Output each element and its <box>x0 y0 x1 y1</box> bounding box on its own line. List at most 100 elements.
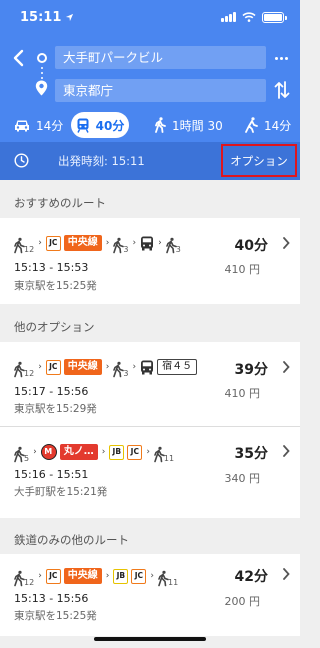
line-chuo-label: 中央線 <box>63 235 102 251</box>
line-badge-jb: JB <box>113 568 129 584</box>
step-separator-icon: › <box>158 238 162 248</box>
walk-minutes: 3 <box>123 369 129 378</box>
tab-bike[interactable]: 14分 <box>244 112 291 138</box>
chevron-right-icon[interactable] <box>282 445 290 457</box>
section-title-rail-only: 鉄道のみの他のルート <box>14 533 129 547</box>
depart-time-label[interactable]: 出発時刻: 15:11 <box>58 153 145 169</box>
more-options-button[interactable] <box>272 49 290 67</box>
walk-step: 12 <box>14 356 34 378</box>
walk-minutes: 5 <box>24 454 30 463</box>
car-icon <box>15 120 29 131</box>
line-chuo-label: 中央線 <box>63 568 102 584</box>
tab-walk[interactable]: 1時間 30 <box>155 112 223 138</box>
step-separator-icon: › <box>38 362 42 372</box>
step-separator-icon: › <box>132 238 137 248</box>
walk-step: 3 <box>165 232 181 254</box>
status-bar: 15:11 <box>0 0 300 34</box>
location-arrow-icon <box>66 13 74 21</box>
bus-icon <box>141 360 154 374</box>
tab-bike-label: 14分 <box>264 118 292 133</box>
walk-minutes: 11 <box>163 454 175 463</box>
route-duration[interactable]: 35分 <box>235 443 268 463</box>
swap-direction-icon[interactable] <box>274 80 290 100</box>
route-departure-note: 東京駅を15:29発 <box>14 403 97 415</box>
walk-step: 11 <box>154 441 174 463</box>
route-fare: 340 円 <box>224 472 261 485</box>
step-separator-icon: › <box>146 447 150 457</box>
walk-minutes: 3 <box>123 245 129 254</box>
step-separator-icon: › <box>105 362 110 372</box>
walk-minutes: 12 <box>24 578 35 587</box>
status-time: 15:11 <box>20 9 62 25</box>
route-fare: 200 円 <box>224 595 261 608</box>
line-badge-jc: JC <box>131 568 147 584</box>
walk-step: 11 <box>158 565 178 587</box>
walk-minutes: 12 <box>24 369 35 378</box>
route-fare: 410 円 <box>224 263 261 276</box>
depart-time-bar: 出発時刻: 15:11 オプション <box>0 142 300 180</box>
route-card[interactable]: 12 › JC 中央線 › 3 › › 3 40分 15:13 - 15:53 … <box>0 218 300 304</box>
battery-icon <box>262 11 287 23</box>
line-badge-jc: JC <box>45 235 61 251</box>
tab-drive[interactable]: 14分 <box>14 112 63 138</box>
route-dots-icon <box>41 67 43 79</box>
step-separator-icon: › <box>132 362 137 372</box>
line-badge-jc: JC <box>45 359 61 375</box>
clock-icon <box>14 153 29 168</box>
bus-icon <box>141 236 154 250</box>
route-duration: 40分 <box>234 238 268 254</box>
line-chuo-label: 中央線 <box>63 359 102 375</box>
step-separator-icon: › <box>150 571 155 581</box>
walk-step: 5 <box>14 441 29 463</box>
home-indicator[interactable] <box>94 637 206 641</box>
route-steps: 12 › JC 中央線 › 3 › 宿４５ <box>14 353 198 381</box>
destination-pin-icon <box>35 80 48 96</box>
chevron-right-icon[interactable] <box>282 361 290 373</box>
options-button[interactable]: オプション <box>221 144 297 177</box>
tab-drive-label: 14分 <box>36 118 64 133</box>
origin-field[interactable]: 大手町パークビル <box>55 46 266 69</box>
line-marunouchi-label: 丸ノ… <box>59 444 98 460</box>
route-steps: 12 › JC 中央線 › JB JC › 11 <box>14 562 178 590</box>
route-time-range: 15:17 - 15:56 <box>14 385 89 398</box>
destination-field[interactable]: 東京都庁 <box>55 79 266 102</box>
step-separator-icon: › <box>105 238 110 248</box>
route-duration: 42分 <box>234 569 268 585</box>
route-time-range: 15:13 - 15:56 <box>14 592 89 605</box>
route-list: 12 › JC 中央線 › 3 › 宿４５ 39分 15:17 - 15:56 … <box>0 342 300 518</box>
route-duration[interactable]: 39分 <box>235 359 268 379</box>
app-header: 15:11 大手町パークビル 東京都庁 14分 40分 1時間 30 14分 出… <box>0 0 300 180</box>
route-time-range: 15:16 - 15:51 <box>14 468 89 481</box>
chevron-right-icon <box>283 568 290 580</box>
step-separator-icon: › <box>105 571 110 581</box>
walk-step: 12 <box>14 232 34 254</box>
walk-step: 3 <box>113 356 129 378</box>
route-steps: 12 › JC 中央線 › 3 › › 3 <box>14 229 181 257</box>
options-label: オプション <box>230 153 288 168</box>
tab-walk-label: 1時間 30 <box>172 118 223 133</box>
bus-line-label: 宿４５ <box>157 359 198 375</box>
origin-circle-icon <box>37 53 47 63</box>
cycling-icon <box>245 117 258 133</box>
walking-icon <box>155 117 166 133</box>
route-steps: 5 › 丸ノ… › JB JC › 11 <box>14 438 174 466</box>
tab-transit-label: 40分 <box>95 118 125 133</box>
chevron-right-icon <box>283 237 290 249</box>
travel-mode-tabs: 14分 40分 1時間 30 14分 <box>0 112 300 140</box>
line-badge-jb: JB <box>109 444 125 460</box>
back-button[interactable] <box>8 46 28 70</box>
tab-transit[interactable]: 40分 <box>71 112 129 138</box>
section-title-recommended: おすすめのルート <box>14 196 106 210</box>
line-badge-jc: JC <box>127 444 143 460</box>
route-card[interactable]: 12 › JC 中央線 › JB JC › 11 42分 15:13 - 15:… <box>0 554 300 636</box>
walk-minutes: 11 <box>168 578 179 587</box>
walk-minutes: 3 <box>175 245 181 254</box>
step-separator-icon: › <box>38 238 42 248</box>
route-departure-note: 大手町駅を15:21発 <box>14 486 108 498</box>
cellular-signal-icon <box>221 12 236 22</box>
route-time-range: 15:13 - 15:53 <box>14 261 89 274</box>
step-separator-icon: › <box>101 447 106 457</box>
walk-minutes: 12 <box>24 245 35 254</box>
back-arrow-icon <box>13 49 24 67</box>
section-title-other: 他のオプション <box>14 320 95 334</box>
